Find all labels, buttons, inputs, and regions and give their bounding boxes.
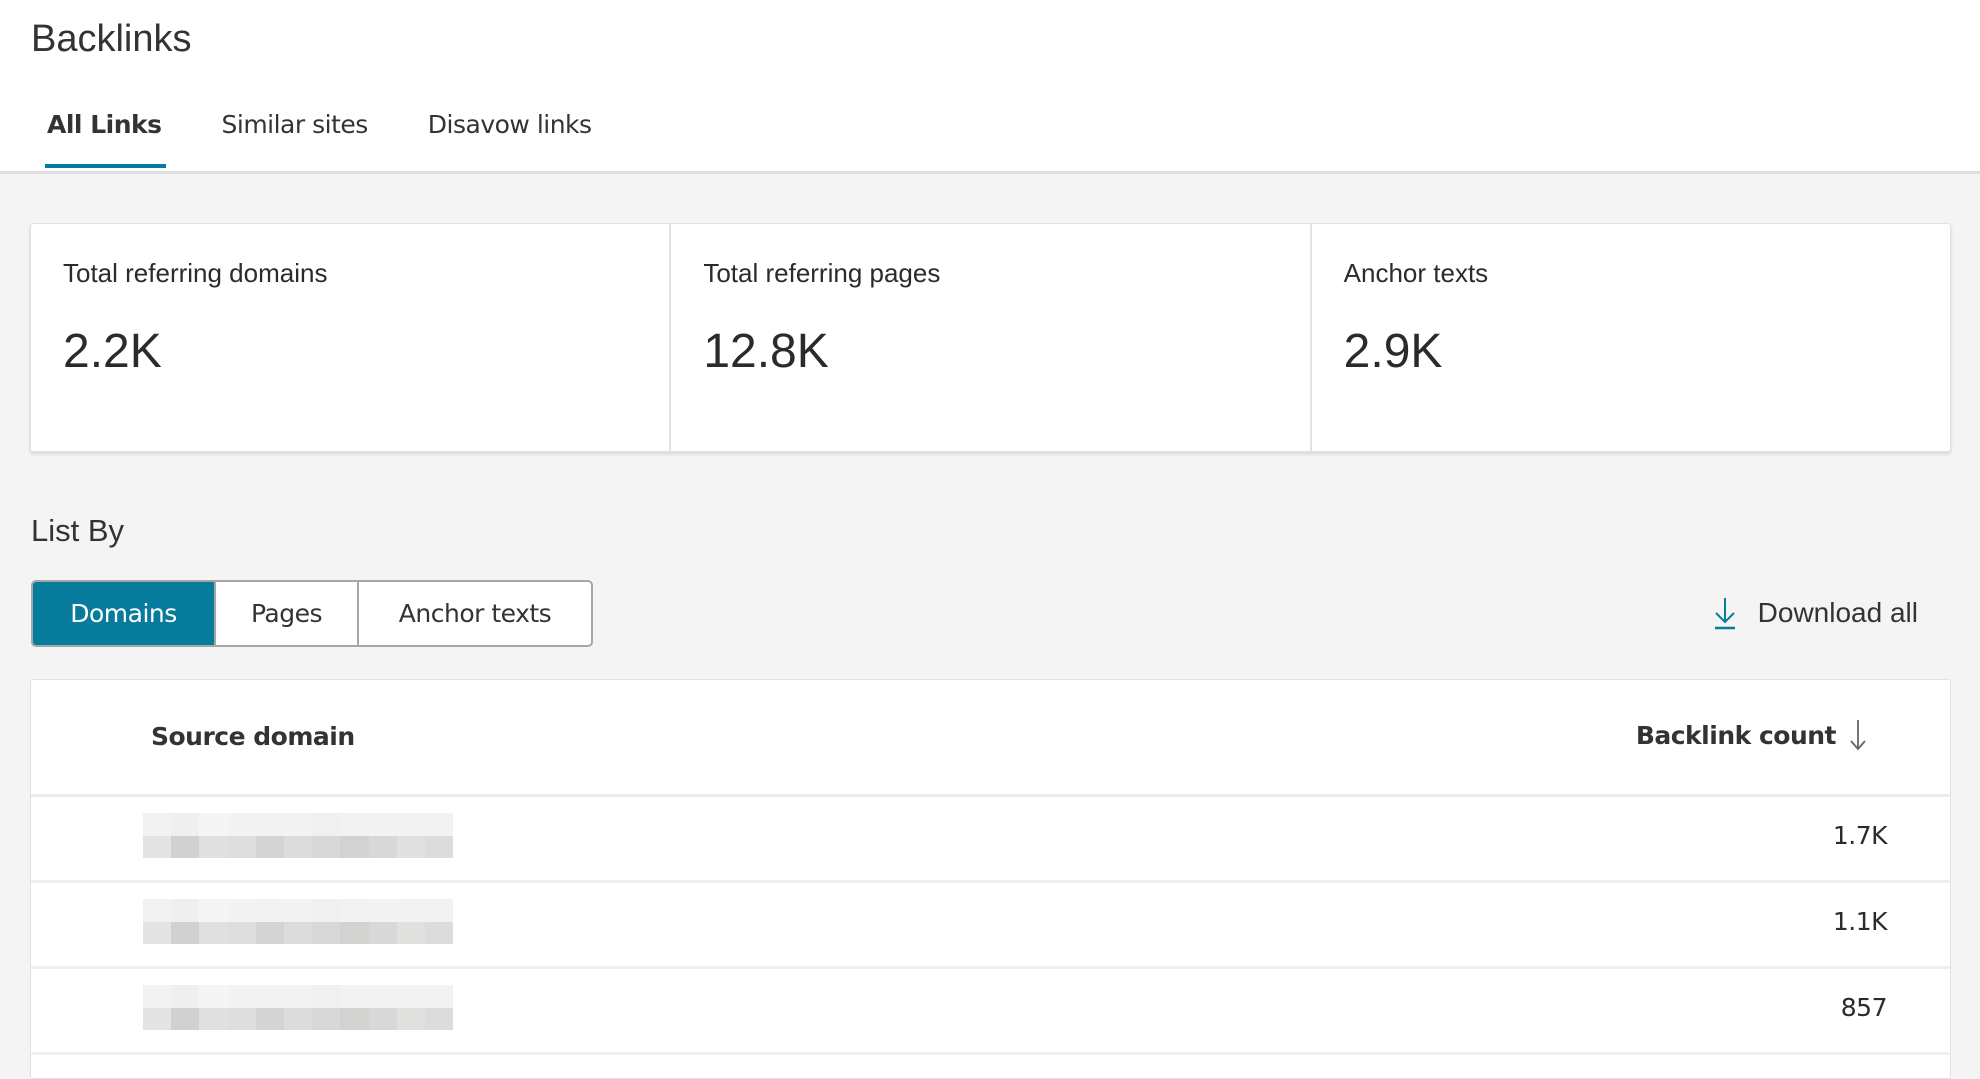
card-label: Anchor texts bbox=[1343, 258, 1489, 288]
card-referring-pages: Total referring pages 12.8K bbox=[671, 224, 1312, 451]
source-domain-redacted[interactable] bbox=[143, 813, 454, 858]
tab-all-links[interactable]: All Links bbox=[45, 110, 165, 168]
card-value: 2.2K bbox=[63, 325, 162, 378]
list-by-anchor-texts-button[interactable]: Anchor texts bbox=[359, 582, 591, 645]
backlink-count: 857 bbox=[1840, 993, 1888, 1022]
download-all-button[interactable]: Download all bbox=[1714, 596, 1918, 630]
tab-disavow-links[interactable]: Disavow links bbox=[428, 110, 592, 163]
download-arrow-icon bbox=[1714, 598, 1735, 630]
column-header-source-domain[interactable]: Source domain bbox=[151, 722, 355, 751]
table-header: Source domain Backlink count bbox=[31, 680, 1950, 797]
column-header-label: Backlink count bbox=[1635, 720, 1837, 750]
arrow-down-icon bbox=[1850, 720, 1866, 751]
card-value: 2.9K bbox=[1343, 325, 1443, 378]
list-by-pages-button[interactable]: Pages bbox=[216, 582, 359, 645]
source-domain-redacted[interactable] bbox=[143, 985, 454, 1030]
backlink-count: 1.1K bbox=[1832, 907, 1888, 936]
tab-similar-sites[interactable]: Similar sites bbox=[222, 110, 369, 163]
tab-bar: All Links Similar sites Disavow links bbox=[45, 110, 652, 168]
list-by-domains-button[interactable]: Domains bbox=[33, 582, 216, 645]
card-value: 12.8K bbox=[703, 325, 829, 378]
card-anchor-texts: Anchor texts 2.9K bbox=[1312, 224, 1950, 451]
card-label: Total referring domains bbox=[63, 258, 328, 288]
card-referring-domains: Total referring domains 2.2K bbox=[31, 224, 672, 451]
source-domain-redacted[interactable] bbox=[143, 899, 454, 944]
download-all-label: Download all bbox=[1757, 597, 1918, 628]
backlinks-table: Source domain Backlink count 1.7K 1.1K 857 bbox=[30, 679, 1951, 1079]
page-title: Backlinks bbox=[31, 18, 192, 60]
table-row[interactable]: 1.7K bbox=[31, 797, 1950, 883]
card-label: Total referring pages bbox=[703, 258, 941, 288]
table-row[interactable]: 857 bbox=[31, 969, 1950, 1055]
page-header: Backlinks All Links Similar sites Disavo… bbox=[0, 0, 1980, 174]
summary-cards: Total referring domains 2.2K Total refer… bbox=[30, 223, 1951, 452]
backlink-count: 1.7K bbox=[1832, 821, 1888, 850]
column-header-backlink-count[interactable]: Backlink count bbox=[1636, 718, 1866, 752]
list-by-segmented-control: Domains Pages Anchor texts bbox=[31, 580, 593, 647]
table-row[interactable]: 1.1K bbox=[31, 883, 1950, 969]
list-by-label: List By bbox=[31, 513, 125, 548]
